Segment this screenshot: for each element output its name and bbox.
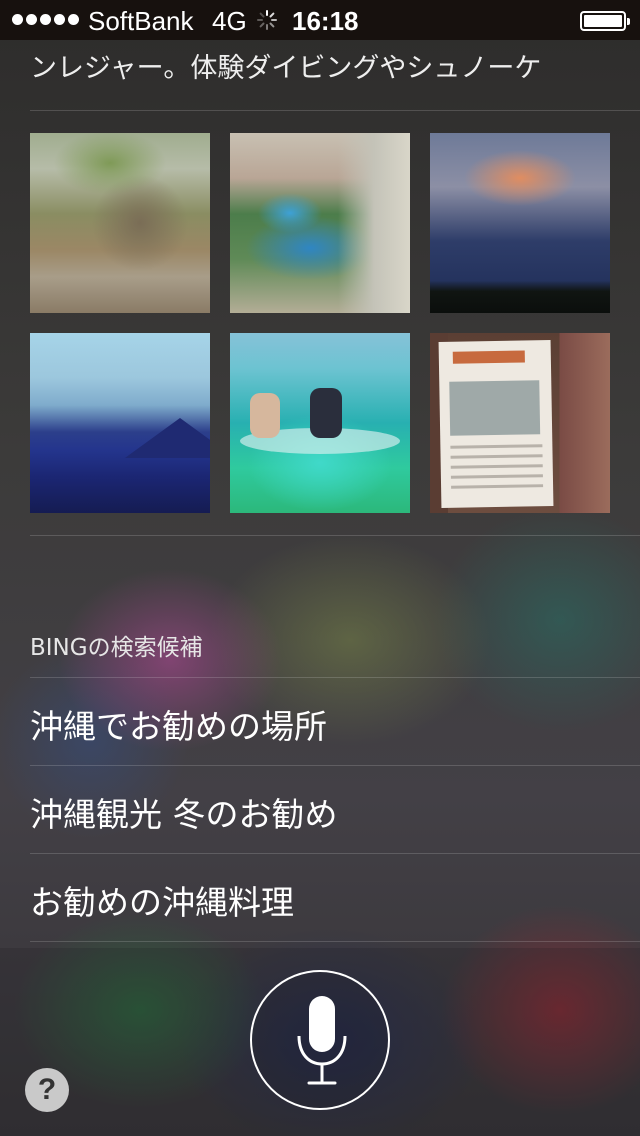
answer-snippet-text: ンレジャー。体験ダイビングやシュノーケ xyxy=(30,53,542,84)
suggestion-item[interactable]: 沖縄観光 冬のお勧め xyxy=(30,788,338,836)
sunset-cloud-photo[interactable] xyxy=(430,133,610,313)
microphone-button[interactable] xyxy=(250,970,390,1110)
bing-suggestions-header: BINGの検索候補 xyxy=(30,635,203,661)
coastal-rock-photo[interactable] xyxy=(30,133,210,313)
suggestion-item[interactable]: お勧めの沖縄料理 xyxy=(30,876,294,924)
activity-spinner-icon xyxy=(257,10,277,30)
resort-pool-photo[interactable] xyxy=(230,133,410,313)
status-time: 16:18 xyxy=(292,6,359,36)
mountain-view-photo[interactable] xyxy=(30,333,210,513)
divider xyxy=(30,677,640,678)
divider xyxy=(30,941,640,942)
craft-poster-photo[interactable] xyxy=(430,333,610,513)
microphone-icon xyxy=(297,996,347,1085)
divider xyxy=(30,853,640,854)
status-bar: SoftBank 4G 16:18 xyxy=(0,0,640,40)
kayak-photo[interactable] xyxy=(230,333,410,513)
suggestion-item[interactable]: 沖縄でお勧めの場所 xyxy=(30,700,327,748)
signal-strength-icon xyxy=(12,14,79,26)
divider xyxy=(30,110,640,111)
network-type: 4G xyxy=(212,6,247,36)
battery-icon xyxy=(580,11,630,31)
divider xyxy=(30,535,640,536)
divider xyxy=(30,765,640,766)
help-button[interactable]: ? xyxy=(25,1068,69,1112)
carrier-name: SoftBank xyxy=(88,6,194,36)
